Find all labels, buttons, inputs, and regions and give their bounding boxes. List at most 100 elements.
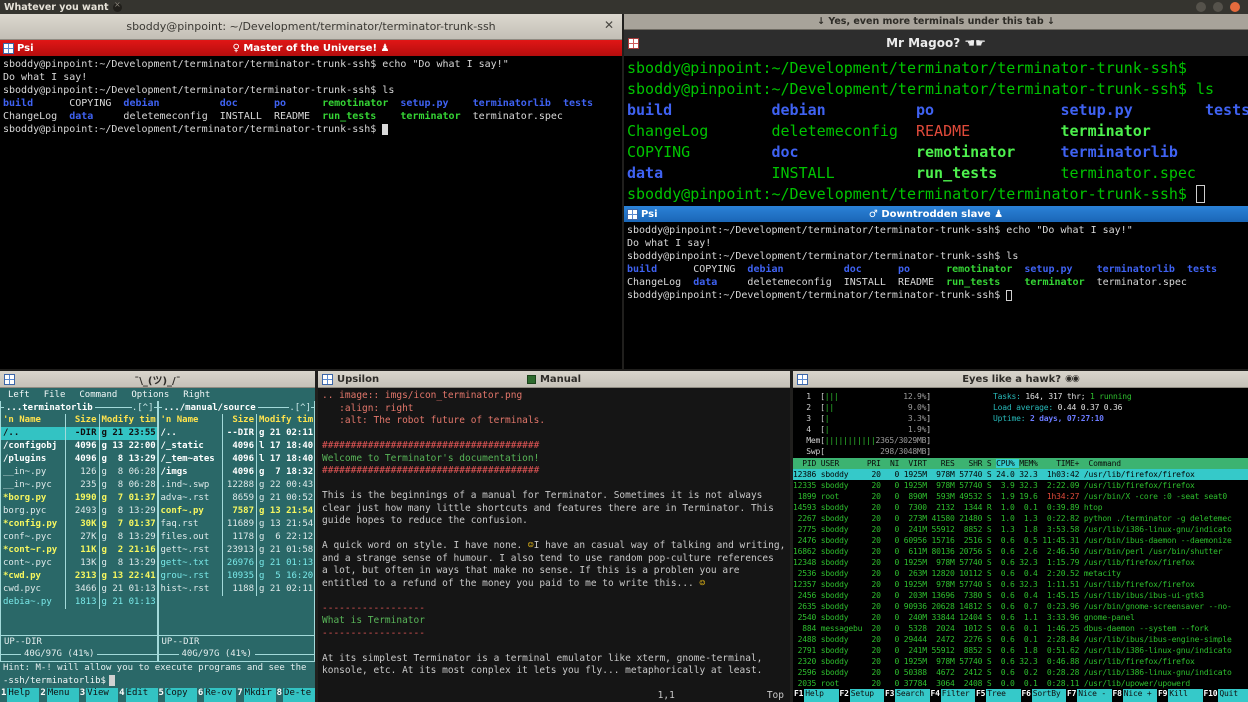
mc-file-row[interactable]: conf~.pyc27Kg 8 13:29 — [1, 531, 157, 544]
mc-menu-command[interactable]: Command — [79, 390, 117, 400]
mc-file-row[interactable]: /..--DIRg 21 02:11 — [159, 427, 315, 440]
process-row[interactable]: 2791 sboddy 20 0 241M 55912 8852 S 0.6 1… — [793, 645, 1248, 656]
mc-file-row[interactable]: faq.rst11689g 13 21:54 — [159, 518, 315, 531]
fkey-quit[interactable]: F10Quit — [1203, 689, 1248, 702]
mc-file-row[interactable]: borg.pyc2493g 8 13:29 — [1, 505, 157, 518]
process-row[interactable]: 12386 sboddy 20 0 1925M 978M 57740 S 24.… — [793, 469, 1248, 480]
mc-file-row[interactable]: *config.py30Kg 7 01:37 — [1, 518, 157, 531]
mc-file-row[interactable]: /plugins4096g 8 13:29 — [1, 453, 157, 466]
process-row[interactable]: 2540 sboddy 20 0 240M 33844 12404 S 0.6 … — [793, 612, 1248, 623]
process-row[interactable]: 12335 sboddy 20 0 1925M 978M 57740 S 3.9… — [793, 480, 1248, 491]
fkey-search[interactable]: F3Search — [884, 689, 930, 702]
group-icon[interactable] — [4, 374, 15, 385]
fkey-re-ov[interactable]: 6Re-ov — [197, 688, 236, 702]
fkey-mkdir[interactable]: 7Mkdir — [236, 688, 275, 702]
process-row[interactable]: 16862 sboddy 20 0 611M 80136 20756 S 0.6… — [793, 546, 1248, 557]
mc-file-row[interactable]: *cont~r.py11Kg 2 21:16 — [1, 544, 157, 557]
mc-file-row[interactable]: __in~.pyc235g 8 06:28 — [1, 479, 157, 492]
mc-file-row[interactable]: __in~.py126g 8 06:28 — [1, 466, 157, 479]
process-row[interactable]: 2456 sboddy 20 0 203M 13696 7380 S 0.6 0… — [793, 590, 1248, 601]
mc-file-row[interactable]: .ind~.swp12288g 22 00:43 — [159, 479, 315, 492]
tab-whatever-you-want[interactable]: Whatever you want — [4, 2, 122, 13]
process-row[interactable]: 2775 sboddy 20 0 241M 55912 8852 S 1.3 1… — [793, 524, 1248, 535]
terminal-titlebar-slave[interactable]: Psi ♂ Downtrodden slave ♟ — [624, 206, 1248, 222]
fkey-tree[interactable]: F5Tree — [975, 689, 1021, 702]
mc-right-panel[interactable]: .../manual/source .[^] 'n Name Size Modi… — [158, 401, 316, 662]
fkey-edit[interactable]: 4Edit — [118, 688, 157, 702]
process-row[interactable]: 12348 sboddy 20 0 1925M 978M 57740 S 0.6… — [793, 557, 1248, 568]
mc-panel-corner[interactable]: .[^] — [132, 403, 154, 413]
gtk-titlebar[interactable]: sboddy@pinpoint: ~/Development/terminato… — [0, 14, 622, 40]
mc-file-row[interactable]: grou~.rst10935g 5 16:20 — [159, 570, 315, 583]
terminal-master[interactable]: sboddy@pinpoint:~/Development/terminator… — [0, 56, 622, 136]
htop-table-header[interactable]: PID USER PRI NI VIRT RES SHR S CPU% MEM%… — [793, 458, 1248, 469]
terminal-titlebar-hawk[interactable]: Eyes like a hawk?◉◉ — [793, 371, 1248, 388]
group-icon[interactable] — [3, 43, 14, 54]
mc-menu-left[interactable]: Left — [8, 390, 30, 400]
fkey-filter[interactable]: F4Filter — [930, 689, 976, 702]
mc-file-row[interactable]: *borg.py1990g 7 01:37 — [1, 492, 157, 505]
fkey-help[interactable]: 1Help — [0, 688, 39, 702]
process-row[interactable]: 1899 root 20 0 890M 593M 49532 S 1.9 19.… — [793, 491, 1248, 502]
process-row[interactable]: 2596 sboddy 20 0 50388 4672 2412 S 0.6 0… — [793, 667, 1248, 678]
mc-file-row[interactable]: files.out1178g 6 22:12 — [159, 531, 315, 544]
terminal-titlebar-master[interactable]: Psi ♀ Master of the Universe! ♟ — [0, 40, 622, 56]
vim-editor[interactable]: .. image:: imgs/icon_terminator.png :ali… — [318, 388, 790, 702]
fkey-sortby[interactable]: F6SortBy — [1021, 689, 1067, 702]
mc-file-row[interactable]: hist~.rst1188g 21 02:11 — [159, 583, 315, 596]
mc-file-row[interactable]: /configobj4096g 13 22:00 — [1, 440, 157, 453]
fkey-view[interactable]: 3View — [79, 688, 118, 702]
fkey-menu[interactable]: 2Menu — [39, 688, 78, 702]
mc-file-row[interactable]: /_static4096l 17 18:40 — [159, 440, 315, 453]
mc-file-row[interactable]: gett~.rst23913g 21 01:58 — [159, 544, 315, 557]
mc-left-panel[interactable]: ...terminatorlib .[^] 'n Name Size Modif… — [0, 401, 158, 662]
fkey-nice-[interactable]: F7Nice - — [1066, 689, 1112, 702]
terminal-titlebar-magoo[interactable]: Mr Magoo? ☚☛ — [624, 30, 1248, 56]
terminal-magoo[interactable]: sboddy@pinpoint:~/Development/terminator… — [624, 56, 1248, 206]
process-row[interactable]: 2320 sboddy 20 0 1925M 978M 57740 S 0.6 … — [793, 656, 1248, 667]
mc-column-headers[interactable]: 'n Name Size Modify tim — [1, 414, 157, 427]
process-row[interactable]: 14593 sboddy 20 0 7300 2132 1344 R 1.0 0… — [793, 502, 1248, 513]
process-row[interactable]: 2035 root 20 0 37784 3064 2408 S 0.0 0.1… — [793, 678, 1248, 689]
close-button[interactable] — [1230, 2, 1240, 12]
htop-app[interactable]: 1 [||| 12.9%] 2 [|| 9.0%] 3 [| 3.3%] 4 [… — [793, 388, 1248, 702]
terminal-titlebar-shrug[interactable]: ¯\_(ツ)_/¯ — [0, 371, 315, 388]
mc-menu-file[interactable]: File — [44, 390, 66, 400]
mc-file-row[interactable]: *cwd.py2313g 13 22:41 — [1, 570, 157, 583]
terminal-slave[interactable]: sboddy@pinpoint:~/Development/terminator… — [624, 222, 1248, 369]
mc-menu-right[interactable]: Right — [183, 390, 210, 400]
mc-file-row[interactable]: adva~.rst8659g 21 00:52 — [159, 492, 315, 505]
tab-more-terminals[interactable]: ↓ Yes, even more terminals under this ta… — [817, 16, 1055, 27]
process-row[interactable]: 12357 sboddy 20 0 1925M 978M 57740 S 0.6… — [793, 579, 1248, 590]
mc-file-row[interactable]: cont~.pyc13Kg 8 13:29 — [1, 557, 157, 570]
fkey-help[interactable]: F1Help — [793, 689, 839, 702]
fkey-setup[interactable]: F2Setup — [839, 689, 885, 702]
mc-file-row[interactable]: gett~.txt26976g 21 01:13 — [159, 557, 315, 570]
mc-file-row[interactable]: /_tem~ates4096l 17 18:40 — [159, 453, 315, 466]
mc-column-headers[interactable]: 'n Name Size Modify tim — [159, 414, 315, 427]
process-row[interactable]: 884 messagebu 20 0 5328 2024 1012 S 0.6 … — [793, 623, 1248, 634]
group-icon[interactable] — [797, 374, 808, 385]
process-row[interactable]: 2635 sboddy 20 0 90936 20628 14812 S 0.6… — [793, 601, 1248, 612]
group-icon[interactable] — [628, 38, 639, 49]
mc-panel-corner[interactable]: .[^] — [289, 403, 311, 413]
process-row[interactable]: 2536 sboddy 20 0 263M 12820 10112 S 0.6 … — [793, 568, 1248, 579]
group-icon[interactable] — [322, 374, 333, 385]
tab-close-icon[interactable] — [113, 3, 122, 12]
pane-close-icon[interactable]: ✕ — [604, 18, 614, 32]
process-row[interactable]: 2476 sboddy 20 0 60956 15716 2516 S 0.6 … — [793, 535, 1248, 546]
mc-file-row[interactable]: /imgs4096g 7 18:32 — [159, 466, 315, 479]
process-row[interactable]: 2488 sboddy 20 0 29444 2472 2276 S 0.6 0… — [793, 634, 1248, 645]
mc-file-row[interactable]: cwd.pyc3466g 21 01:13 — [1, 583, 157, 596]
mc-file-row[interactable]: debia~.py1813g 21 01:13 — [1, 596, 157, 609]
mc-file-row[interactable]: /..-DIRg 21 23:55 — [1, 427, 157, 440]
process-row[interactable]: 2267 sboddy 20 0 273M 41580 21480 S 1.0 … — [793, 513, 1248, 524]
group-icon[interactable] — [627, 209, 638, 220]
mc-app[interactable]: Left File Command Options Right ...terminato… — [0, 388, 315, 702]
fkey-nice-[interactable]: F8Nice + — [1112, 689, 1158, 702]
maximize-button[interactable] — [1213, 2, 1223, 12]
fkey-de-te[interactable]: 8De-te — [276, 688, 315, 702]
fkey-copy[interactable]: 5Copy — [158, 688, 197, 702]
mc-menu-options[interactable]: Options — [131, 390, 169, 400]
mc-command-line[interactable]: -ssh/terminatorlib$ — [0, 675, 315, 688]
